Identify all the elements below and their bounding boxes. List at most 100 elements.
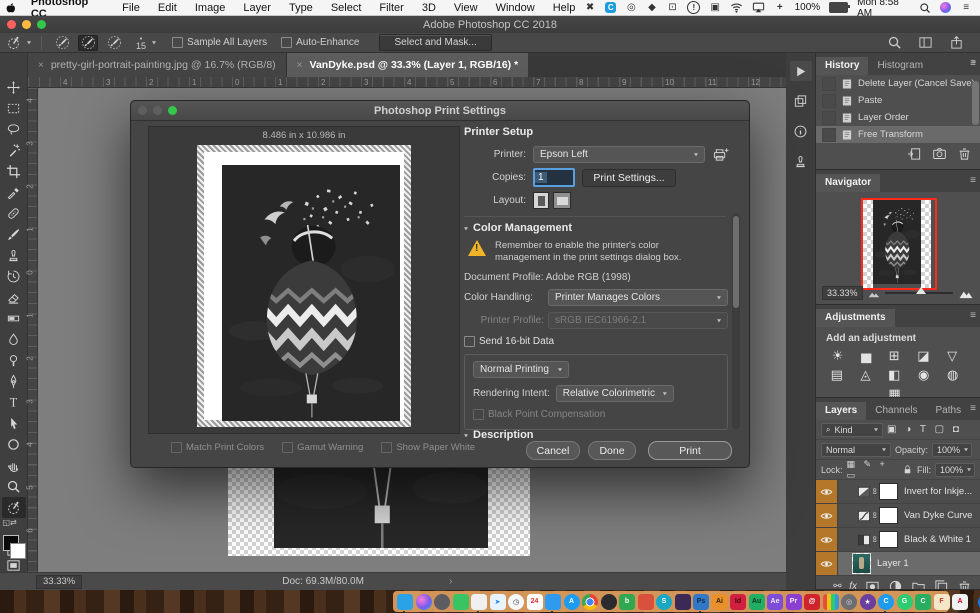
slider-thumb[interactable] <box>916 287 926 294</box>
clone-source-panel-icon[interactable] <box>790 91 812 111</box>
menu-filter[interactable]: Filter <box>370 2 412 14</box>
layer-filter-type-icons[interactable]: ▣ ◑ T ▢ ◘ <box>887 424 962 435</box>
dock-icon-messages[interactable] <box>545 594 561 610</box>
move-tool[interactable] <box>2 77 26 98</box>
spotlight-icon[interactable] <box>919 2 931 14</box>
horizontal-ruler[interactable]: 43210123456789101112 <box>28 77 786 88</box>
color-handling-dropdown[interactable]: Printer Manages Colors▾ <box>548 289 728 306</box>
healing-brush-tool[interactable] <box>2 203 26 224</box>
brush-picker-caret-icon[interactable]: ▾ <box>152 39 156 46</box>
add-mask-icon[interactable] <box>865 579 880 591</box>
pip-status-icon[interactable]: ▣ <box>709 2 721 14</box>
dock-icon-sketch-ball[interactable]: S <box>656 594 672 610</box>
history-source-well[interactable] <box>822 111 836 125</box>
eyedropper-tool[interactable] <box>2 182 26 203</box>
menu-select[interactable]: Select <box>322 2 371 14</box>
history-scrollbar[interactable] <box>972 81 979 125</box>
layer-name[interactable]: Invert for Inkje... <box>904 486 972 497</box>
dock-icon-capture-one[interactable] <box>601 594 617 610</box>
share-icon[interactable] <box>949 35 964 50</box>
blend-mode-dropdown[interactable]: Normal▾ <box>821 443 891 457</box>
history-source-well[interactable] <box>822 77 836 91</box>
dialog-minimize-button[interactable] <box>153 106 162 115</box>
tab-vandyke[interactable]: × VanDyke.psd @ 33.3% (Layer 1, RGB/16) … <box>287 53 529 77</box>
color-swatches[interactable] <box>2 527 26 539</box>
layer-row-black-white-1[interactable]: ∞Black & White 1 <box>816 528 980 552</box>
wifi-icon[interactable] <box>730 2 743 14</box>
sample-all-layers-checkbox[interactable]: Sample All Layers <box>172 37 267 48</box>
rendering-intent-dropdown[interactable]: Relative Colorimetric▾ <box>556 385 674 402</box>
layer-style-icon[interactable]: fx <box>849 581 857 591</box>
zoom-window-button[interactable] <box>37 20 46 29</box>
background-color-swatch[interactable] <box>10 543 26 559</box>
dock-icon-bear[interactable]: b <box>619 594 635 610</box>
history-source-well[interactable] <box>822 128 836 142</box>
new-selection-mode-button[interactable] <box>52 35 72 51</box>
type-tool[interactable]: T <box>2 392 26 413</box>
menu-image[interactable]: Image <box>186 2 235 14</box>
default-colors-icon[interactable]: ◱⇄ <box>3 518 17 527</box>
new-layer-icon[interactable] <box>934 579 949 591</box>
screen-mode-button[interactable] <box>2 558 26 573</box>
dock-icon-calendar[interactable]: 24 <box>527 594 543 610</box>
tab-adjustments[interactable]: Adjustments <box>816 309 895 327</box>
printer-dropdown[interactable]: Epson Left▾ <box>533 146 705 163</box>
tool-preset-caret-icon[interactable]: ▾ <box>27 39 31 46</box>
new-group-icon[interactable] <box>911 579 926 591</box>
layer-visibility-toggle[interactable] <box>816 552 838 575</box>
tab-histogram[interactable]: Histogram <box>868 57 932 75</box>
path-selection-tool[interactable] <box>2 413 26 434</box>
workspace-switcher-icon[interactable] <box>918 35 933 50</box>
delete-layer-icon[interactable] <box>957 579 972 591</box>
close-tab-icon[interactable]: × <box>297 60 303 71</box>
tab-paths[interactable]: Paths <box>927 402 971 420</box>
dock-icon-imovie-star[interactable]: ★ <box>860 594 876 610</box>
layer-visibility-toggle[interactable] <box>816 504 838 527</box>
display-status-icon[interactable]: ⊡ <box>667 2 679 14</box>
layer-name[interactable]: Van Dyke Curve <box>904 510 972 521</box>
brush-tool[interactable] <box>2 224 26 245</box>
dock-icon-maps[interactable]: ➤ <box>490 594 506 610</box>
add-printer-icon[interactable] <box>712 147 729 162</box>
marquee-tool[interactable] <box>2 98 26 119</box>
shield-status-icon[interactable]: ◆ <box>646 2 658 14</box>
color-management-disclosure-icon[interactable]: ▾ <box>464 224 468 231</box>
opacity-dropdown[interactable]: 100%▾ <box>932 443 972 457</box>
layer-mask-thumbnail[interactable] <box>879 483 898 500</box>
dock-icon-premiere[interactable]: Pr <box>786 594 802 610</box>
layout-landscape-button[interactable] <box>553 192 571 209</box>
history-state-row[interactable]: Layer Order <box>816 109 980 126</box>
layer-name[interactable]: Black & White 1 <box>904 534 971 545</box>
layers-panel-menu-icon[interactable]: ≡ <box>970 403 975 414</box>
select-and-mask-button[interactable]: Select and Mask... <box>379 34 491 51</box>
dock-icon-acrobat[interactable]: A <box>952 594 968 610</box>
fill-dropdown[interactable]: 100%▾ <box>935 463 975 477</box>
antivirus-icon[interactable]: ✖ <box>584 2 596 14</box>
search-icon[interactable] <box>887 35 902 50</box>
vertical-ruler[interactable]: 432101234567 <box>28 88 38 572</box>
dock-icon-after-effects[interactable]: Ae <box>767 594 783 610</box>
magic-wand-tool[interactable] <box>2 140 26 161</box>
auto-enhance-checkbox[interactable]: Auto-Enhance <box>281 37 359 48</box>
menu-type[interactable]: Type <box>280 2 322 14</box>
hand-tool[interactable] <box>2 455 26 476</box>
lock-option-icons[interactable]: ▦ ✎ + ▭ <box>847 459 898 481</box>
dock-icon-xd-controller[interactable] <box>675 594 691 610</box>
dock-icon-photoshop[interactable]: Ps <box>693 594 709 610</box>
tab-navigator[interactable]: Navigator <box>816 174 880 192</box>
cancel-button[interactable]: Cancel <box>526 441 580 460</box>
history-state-row[interactable]: Paste <box>816 92 980 109</box>
navigator-panel-menu-icon[interactable]: ≡ <box>970 175 975 186</box>
adjustment-icons-row-2[interactable]: ▤ ◬ ◧ ◉ ◍ ▦ <box>816 365 980 398</box>
new-doc-from-state-icon[interactable] <box>907 146 922 161</box>
dock-icon-photos-grid[interactable] <box>453 594 469 610</box>
send-16bit-checkbox[interactable]: Send 16-bit Data <box>464 336 554 347</box>
tab-pretty-girl-portrait[interactable]: × pretty-girl-portrait-painting.jpg @ 16… <box>28 53 287 77</box>
dialog-scrollbar-thumb[interactable] <box>733 216 739 308</box>
apple-menu-icon[interactable] <box>0 1 21 14</box>
adjustment-icons-row-1[interactable]: ☀ ▅ ⊞ ◪ ▽ <box>816 346 980 365</box>
gradient-tool[interactable] <box>2 308 26 329</box>
layer-visibility-toggle[interactable] <box>816 480 838 503</box>
menu-view[interactable]: View <box>445 2 487 14</box>
add-selection-mode-button[interactable] <box>78 35 98 51</box>
